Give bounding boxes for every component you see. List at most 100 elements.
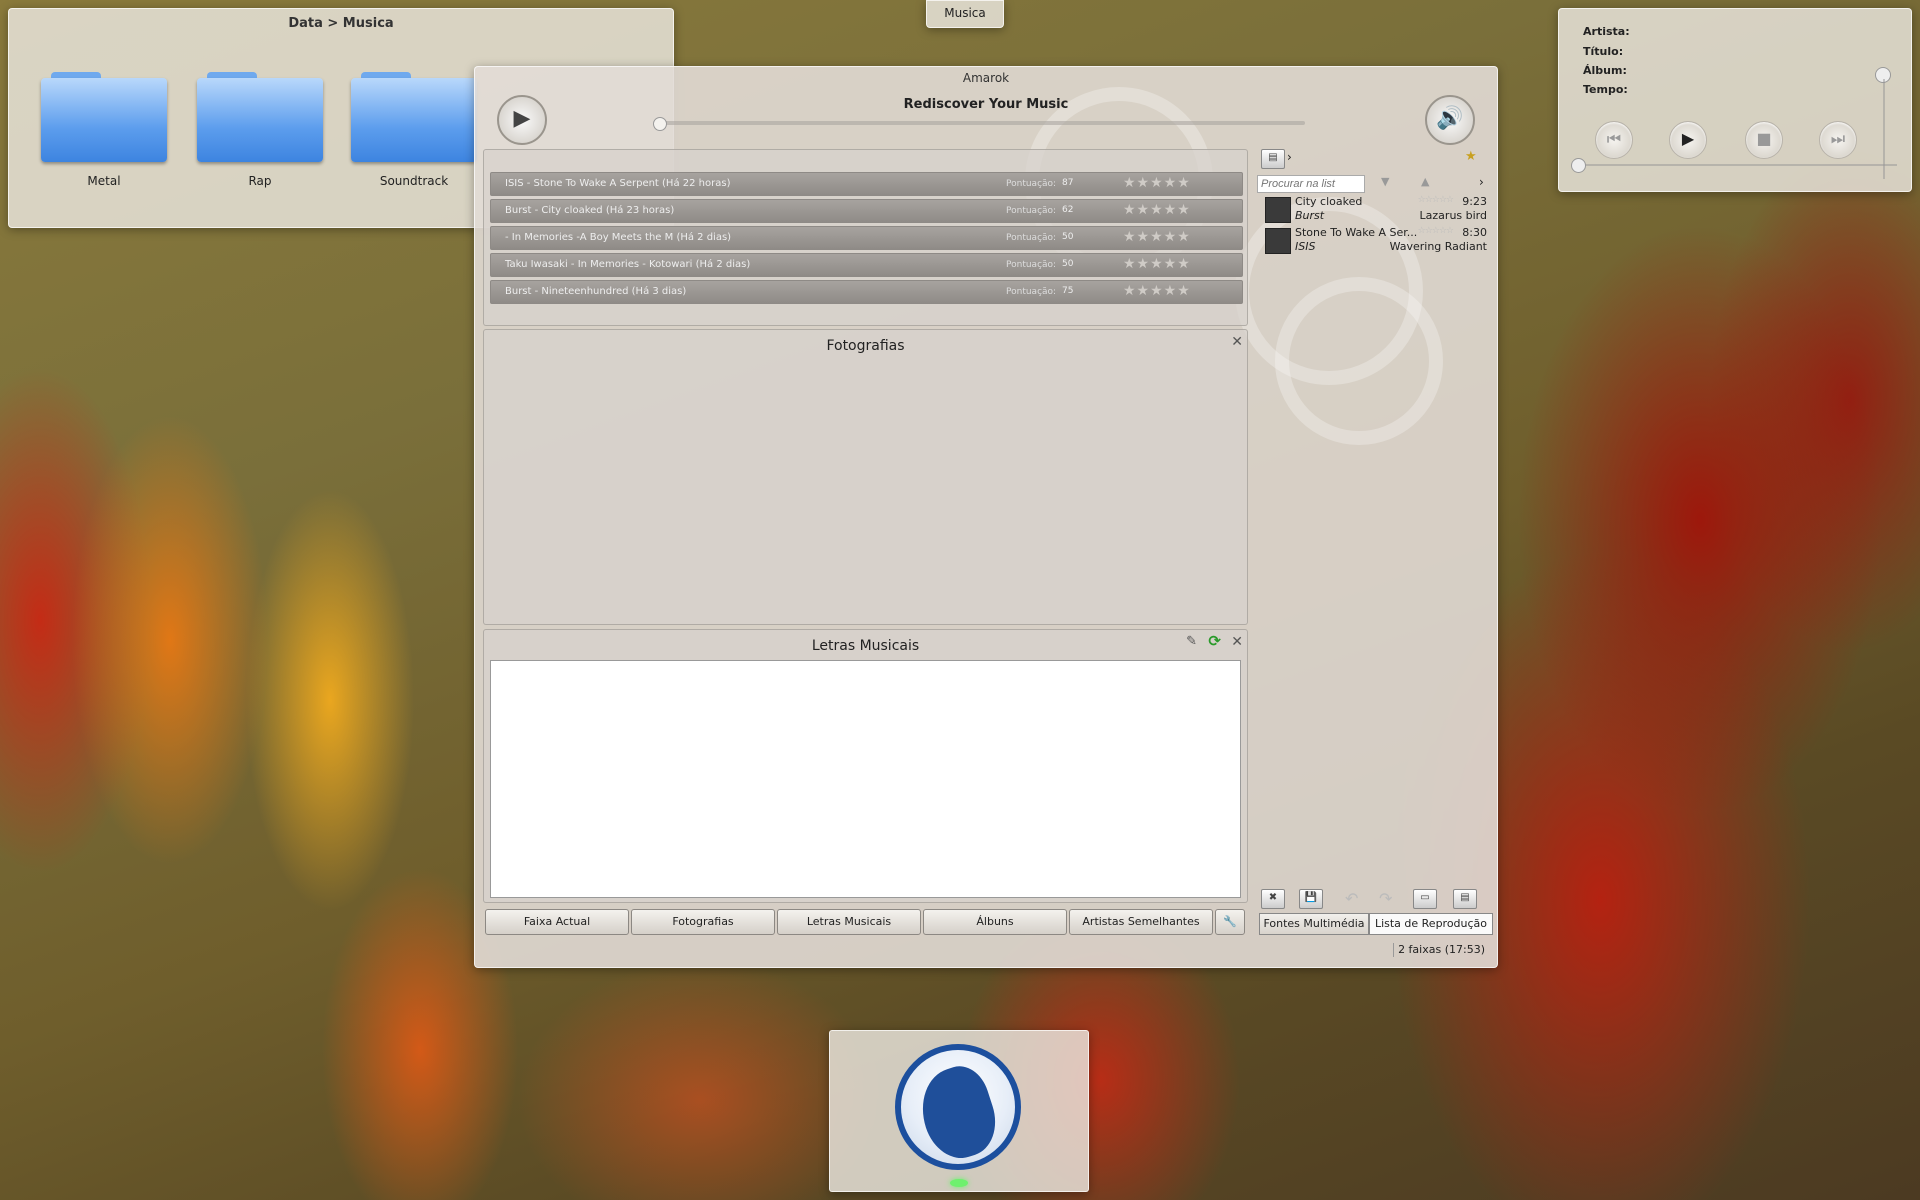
lyrics-text-area[interactable]: [490, 660, 1241, 898]
recent-track-row[interactable]: Taku Iwasaki - In Memories - Kotowari (H…: [490, 253, 1243, 277]
track-text: - In Memories -A Boy Meets the M (Há 2 d…: [505, 232, 732, 243]
taskbar-label: Musica: [944, 6, 986, 20]
rating-stars-icon[interactable]: ☆☆☆☆☆: [1418, 195, 1454, 205]
bookmark-star-icon[interactable]: ★: [1465, 149, 1477, 164]
context-config-wrench-icon[interactable]: 🔧: [1215, 909, 1245, 935]
edit-pencil-icon[interactable]: ✎: [1186, 634, 1197, 649]
folder-icon: [41, 64, 167, 162]
score-label: Pontuação:: [1006, 260, 1057, 270]
clear-playlist-icon[interactable]: ✖: [1261, 889, 1285, 909]
rating-stars-icon[interactable]: ★★★★★: [1123, 175, 1191, 191]
volume-icon[interactable]: 🔊: [1425, 95, 1475, 145]
amarok-window: Amarok ▶ Rediscover Your Music 🔊 ISIS - …: [474, 66, 1498, 968]
settings-wrench-icon[interactable]: ✕: [1231, 634, 1243, 650]
decorative-ring: [1275, 277, 1443, 445]
chevron-right-icon[interactable]: ›: [1287, 150, 1292, 164]
rating-stars-icon[interactable]: ★★★★★: [1123, 202, 1191, 218]
recent-track-row[interactable]: Burst - Nineteenhundred (Há 3 dias) Pont…: [490, 280, 1243, 304]
progress-track[interactable]: [655, 121, 1305, 125]
rating-stars-icon[interactable]: ★★★★★: [1123, 256, 1191, 272]
window-title: Amarok: [962, 71, 1010, 85]
score-value: 62: [1062, 205, 1074, 215]
search-previous-icon[interactable]: ▲: [1421, 175, 1429, 188]
playlist-item-title: City cloaked: [1295, 195, 1363, 208]
save-playlist-icon[interactable]: 💾: [1299, 889, 1323, 909]
folder-icon: [197, 64, 323, 162]
album-cover-thumbnail: [1265, 228, 1291, 254]
folder-rap[interactable]: Rap: [195, 64, 325, 188]
previous-track-icon[interactable]: ⏮: [1595, 121, 1633, 159]
folder-label: Soundtrack: [379, 174, 449, 188]
playlist-item-duration: 9:23: [1462, 195, 1487, 208]
play-icon[interactable]: ▶: [1669, 121, 1707, 159]
tab-current-track[interactable]: Faixa Actual: [485, 909, 629, 935]
track-text: ISIS - Stone To Wake A Serpent (Há 22 ho…: [505, 178, 731, 189]
recent-track-row[interactable]: - In Memories -A Boy Meets the M (Há 2 d…: [490, 226, 1243, 250]
folder-view-title: Data > Musica: [288, 16, 394, 31]
tab-albums[interactable]: Álbuns: [923, 909, 1067, 935]
folder-metal[interactable]: Metal: [39, 64, 169, 188]
recent-track-row[interactable]: ISIS - Stone To Wake A Serpent (Há 22 ho…: [490, 172, 1243, 196]
lyrics-applet: Letras Musicais ✎ ⟳ ✕: [483, 629, 1248, 903]
tab-similar-artists[interactable]: Artistas Semelhantes: [1069, 909, 1213, 935]
folder-label: Rap: [248, 174, 272, 188]
score-value: 50: [1062, 232, 1074, 242]
playlist-item-artist: Burst: [1295, 209, 1325, 222]
undo-icon[interactable]: ↶: [1345, 889, 1358, 908]
folder-soundtrack[interactable]: Soundtrack: [349, 64, 479, 188]
score-label: Pontuação:: [1006, 206, 1057, 216]
chevron-right-icon[interactable]: ›: [1479, 175, 1484, 189]
playlist-item-album: Wavering Radiant: [1389, 240, 1487, 253]
playlist-item-album: Lazarus bird: [1419, 209, 1487, 222]
score-value: 75: [1062, 286, 1074, 296]
lyrics-title: Letras Musicais: [811, 638, 920, 654]
seek-slider-handle[interactable]: [1571, 158, 1586, 173]
photos-applet: Fotografias ✕: [483, 329, 1248, 625]
refresh-icon[interactable]: ⟳: [1208, 632, 1221, 650]
album-cover-thumbnail: [1265, 197, 1291, 223]
now-playing-widget: Artista: Título: Álbum: Tempo: ⏮ ▶ ■ ⏭: [1558, 8, 1912, 192]
folder-label: Metal: [87, 174, 121, 188]
taskbar-musica-button[interactable]: Musica: [926, 0, 1004, 28]
show-active-track-icon[interactable]: ▭: [1413, 889, 1437, 909]
redo-icon[interactable]: ↷: [1379, 889, 1392, 908]
track-text: Burst - Nineteenhundred (Há 3 dias): [505, 286, 687, 297]
playlist-search-input[interactable]: [1257, 175, 1365, 193]
amarok-dock-launcher[interactable]: [829, 1030, 1089, 1192]
progress-handle[interactable]: [653, 117, 667, 131]
track-text: Taku Iwasaki - In Memories - Kotowari (H…: [505, 259, 751, 270]
album-label: Álbum:: [1583, 64, 1627, 77]
playlist-item-artist: ISIS: [1295, 240, 1316, 253]
recently-played-panel: ISIS - Stone To Wake A Serpent (Há 22 ho…: [483, 149, 1248, 326]
amarok-wolf-icon[interactable]: [895, 1044, 1021, 1170]
tab-playlist[interactable]: Lista de Reprodução: [1369, 913, 1493, 935]
stop-icon[interactable]: ■: [1745, 121, 1783, 159]
settings-wrench-icon[interactable]: ✕: [1231, 334, 1243, 350]
score-label: Pontuação:: [1006, 233, 1057, 243]
playlist-status: 2 faixas (17:53): [1398, 943, 1485, 956]
headline: Rediscover Your Music: [903, 97, 1069, 112]
folder-icon: [351, 64, 477, 162]
search-next-icon[interactable]: ▼: [1381, 175, 1389, 188]
score-value: 87: [1062, 178, 1074, 188]
next-track-icon[interactable]: ⏭: [1819, 121, 1857, 159]
score-value: 50: [1062, 259, 1074, 269]
tab-photos[interactable]: Fotografias: [631, 909, 775, 935]
playlist-layout-menu-icon[interactable]: ▤: [1453, 889, 1477, 909]
playlist-item[interactable]: Stone To Wake A Ser... ☆☆☆☆☆ 8:30 ISIS W…: [1261, 226, 1493, 256]
track-text: Burst - City cloaked (Há 23 horas): [505, 205, 675, 216]
tab-lyrics[interactable]: Letras Musicais: [777, 909, 921, 935]
playlist-item-title: Stone To Wake A Ser...: [1295, 226, 1418, 239]
seek-slider-track[interactable]: [1577, 164, 1897, 166]
photos-title: Fotografias: [826, 338, 905, 354]
rating-stars-icon[interactable]: ☆☆☆☆☆: [1418, 226, 1454, 236]
playlist-layout-icon[interactable]: ▤: [1261, 149, 1285, 169]
time-label: Tempo:: [1583, 83, 1628, 96]
playlist-item[interactable]: City cloaked ☆☆☆☆☆ 9:23 Burst Lazarus bi…: [1261, 195, 1493, 225]
rating-stars-icon[interactable]: ★★★★★: [1123, 283, 1191, 299]
recent-track-row[interactable]: Burst - City cloaked (Há 23 horas) Pontu…: [490, 199, 1243, 223]
tab-media-sources[interactable]: Fontes Multimédia: [1259, 913, 1369, 935]
score-label: Pontuação:: [1006, 179, 1057, 189]
rating-stars-icon[interactable]: ★★★★★: [1123, 229, 1191, 245]
score-label: Pontuação:: [1006, 287, 1057, 297]
